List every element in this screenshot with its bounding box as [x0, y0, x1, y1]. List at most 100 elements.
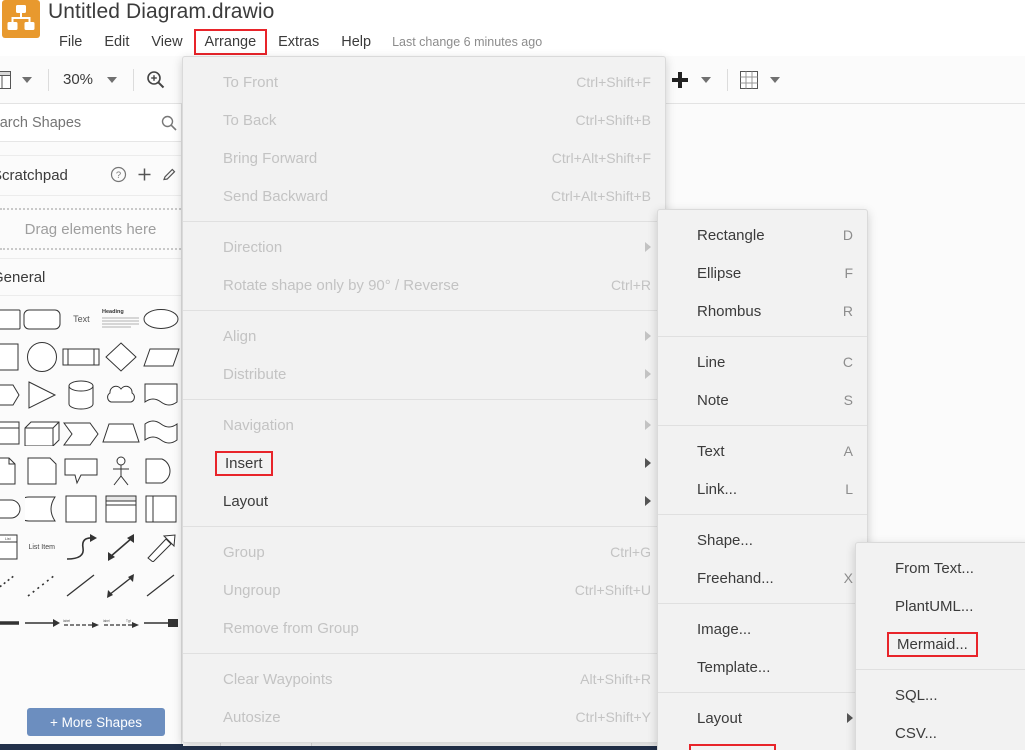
menu-item-template[interactable]: Template... [658, 648, 867, 686]
shape-dotted-line-icon[interactable] [0, 566, 22, 604]
shape-internal-storage-icon[interactable] [0, 414, 22, 452]
shape-callout-icon[interactable] [62, 452, 102, 490]
shape-dual-labeled-arrow-icon[interactable]: label Tgt [101, 604, 141, 642]
menu-item-plantuml[interactable]: PlantUML... [856, 587, 1025, 625]
menubar-item-help[interactable]: Help [330, 29, 382, 55]
palette-section-general[interactable]: General [0, 258, 181, 296]
shape-bidirectional-arrow-icon[interactable] [101, 566, 141, 604]
shape-window-icon[interactable] [101, 490, 141, 528]
menu-item-ellipse[interactable]: Ellipse F [658, 254, 867, 292]
menu-item-autosize[interactable]: Autosize Ctrl+Shift+Y [183, 698, 665, 736]
shape-vsplit-icon[interactable] [141, 490, 181, 528]
view-layout-icon[interactable] [0, 63, 14, 97]
shape-cube-icon[interactable] [22, 414, 62, 452]
menu-item-link[interactable]: Link... L [658, 470, 867, 508]
menu-item-ungroup[interactable]: Ungroup Ctrl+Shift+U [183, 571, 665, 609]
shape-tape-icon[interactable] [141, 414, 181, 452]
more-shapes-button[interactable]: + More Shapes [27, 708, 165, 736]
menu-item-shape[interactable]: Shape... [658, 521, 867, 559]
menubar-item-view[interactable]: View [140, 29, 193, 55]
insert-plus-icon[interactable] [667, 63, 693, 97]
menu-item-line[interactable]: Line C [658, 343, 867, 381]
menu-item-from-text[interactable]: From Text... [856, 549, 1025, 587]
shape-rounded-rect-icon[interactable] [0, 300, 22, 338]
shape-dashed-line-icon[interactable] [22, 566, 62, 604]
zoom-in-icon[interactable] [142, 63, 168, 97]
menu-item-navigation[interactable]: Navigation [183, 406, 665, 444]
menubar-item-extras[interactable]: Extras [267, 29, 330, 55]
scratchpad-drop-zone[interactable]: Drag elements here [0, 208, 181, 250]
shape-link-box-icon[interactable] [141, 604, 181, 642]
shape-terminator-icon[interactable] [0, 490, 22, 528]
menu-item-bring-forward[interactable]: Bring Forward Ctrl+Alt+Shift+F [183, 139, 665, 177]
zoom-level-value[interactable]: 30% [57, 71, 99, 88]
menu-item-rectangle[interactable]: Rectangle D [658, 216, 867, 254]
menu-item-to-front[interactable]: To Front Ctrl+Shift+F [183, 63, 665, 101]
menu-item-insert-layout[interactable]: Layout [658, 699, 867, 737]
menubar-item-arrange[interactable]: Arrange [193, 29, 268, 55]
shape-trapezoid-icon[interactable] [101, 414, 141, 452]
shape-thin-line-icon[interactable] [141, 566, 181, 604]
shape-hexagon-arrow-icon[interactable] [0, 376, 22, 414]
menu-item-image[interactable]: Image... [658, 610, 867, 648]
shape-block-arrow-icon[interactable] [141, 528, 181, 566]
shape-tape-data-icon[interactable] [22, 490, 62, 528]
shape-text-icon[interactable]: Text [62, 300, 102, 338]
shape-arrow-line-icon[interactable] [22, 604, 62, 642]
shape-rhombus-icon[interactable] [101, 338, 141, 376]
menu-item-remove-from-group[interactable]: Remove from Group [183, 609, 665, 647]
shape-document-icon[interactable] [0, 452, 22, 490]
menu-item-to-back[interactable]: To Back Ctrl+Shift+B [183, 101, 665, 139]
scratchpad-edit-pencil-icon[interactable] [162, 167, 177, 187]
menu-item-insert[interactable]: Insert [183, 444, 665, 482]
shape-curved-arrow-icon[interactable] [62, 528, 102, 566]
shape-delay-icon[interactable] [141, 452, 181, 490]
menu-item-layout[interactable]: Layout [183, 482, 665, 520]
menu-item-align[interactable]: Align [183, 317, 665, 355]
menu-item-csv[interactable]: CSV... [856, 714, 1025, 750]
shape-list-item-icon[interactable]: List Item [22, 528, 62, 566]
shape-square2-icon[interactable] [62, 490, 102, 528]
shape-plain-line-icon[interactable] [62, 566, 102, 604]
menu-item-direction[interactable]: Direction [183, 228, 665, 266]
shape-textbox-icon[interactable]: Heading [101, 300, 141, 338]
shape-process-icon[interactable] [62, 338, 102, 376]
shape-rounded-rect2-icon[interactable] [22, 300, 62, 338]
shape-thick-line-icon[interactable] [0, 604, 22, 642]
search-icon[interactable] [161, 115, 177, 136]
menu-item-freehand[interactable]: Freehand... X [658, 559, 867, 597]
menu-item-advanced[interactable]: Advanced [658, 737, 867, 750]
shape-card-icon[interactable] [22, 452, 62, 490]
scratchpad-add-icon[interactable] [137, 167, 152, 187]
menu-item-sql[interactable]: SQL... [856, 676, 1025, 714]
menu-item-rhombus[interactable]: Rhombus R [658, 292, 867, 330]
menu-item-send-backward[interactable]: Send Backward Ctrl+Alt+Shift+B [183, 177, 665, 215]
shape-square-icon[interactable] [0, 338, 22, 376]
shape-labeled-arrow-icon[interactable]: label [62, 604, 102, 642]
menu-item-rotate-shape[interactable]: Rotate shape only by 90° / Reverse Ctrl+… [183, 266, 665, 304]
table-grid-icon[interactable] [736, 63, 762, 97]
shape-step-icon[interactable] [62, 414, 102, 452]
menu-item-group[interactable]: Group Ctrl+G [183, 533, 665, 571]
menu-item-mermaid[interactable]: Mermaid... [856, 625, 1025, 663]
shape-double-arrow-icon[interactable] [101, 528, 141, 566]
shape-ellipse-icon[interactable] [141, 300, 181, 338]
shape-cloud-icon[interactable] [101, 376, 141, 414]
menubar-item-edit[interactable]: Edit [93, 29, 140, 55]
zoom-caret-button[interactable] [99, 63, 125, 97]
table-caret-button[interactable] [762, 63, 788, 97]
insert-caret-button[interactable] [693, 63, 719, 97]
shape-list-icon[interactable]: List [0, 528, 22, 566]
menu-item-distribute[interactable]: Distribute [183, 355, 665, 393]
menubar-item-file[interactable]: File [48, 29, 93, 55]
search-input[interactable] [0, 114, 142, 131]
shape-cylinder-icon[interactable] [62, 376, 102, 414]
shape-doc-icon[interactable] [141, 376, 181, 414]
menu-item-note[interactable]: Note S [658, 381, 867, 419]
shape-actor-icon[interactable] [101, 452, 141, 490]
help-circle-icon[interactable]: ? [110, 166, 127, 188]
shape-parallelogram-icon[interactable] [141, 338, 181, 376]
shape-triangle-icon[interactable] [22, 376, 62, 414]
shape-circle-icon[interactable] [22, 338, 62, 376]
menu-item-text[interactable]: Text A [658, 432, 867, 470]
